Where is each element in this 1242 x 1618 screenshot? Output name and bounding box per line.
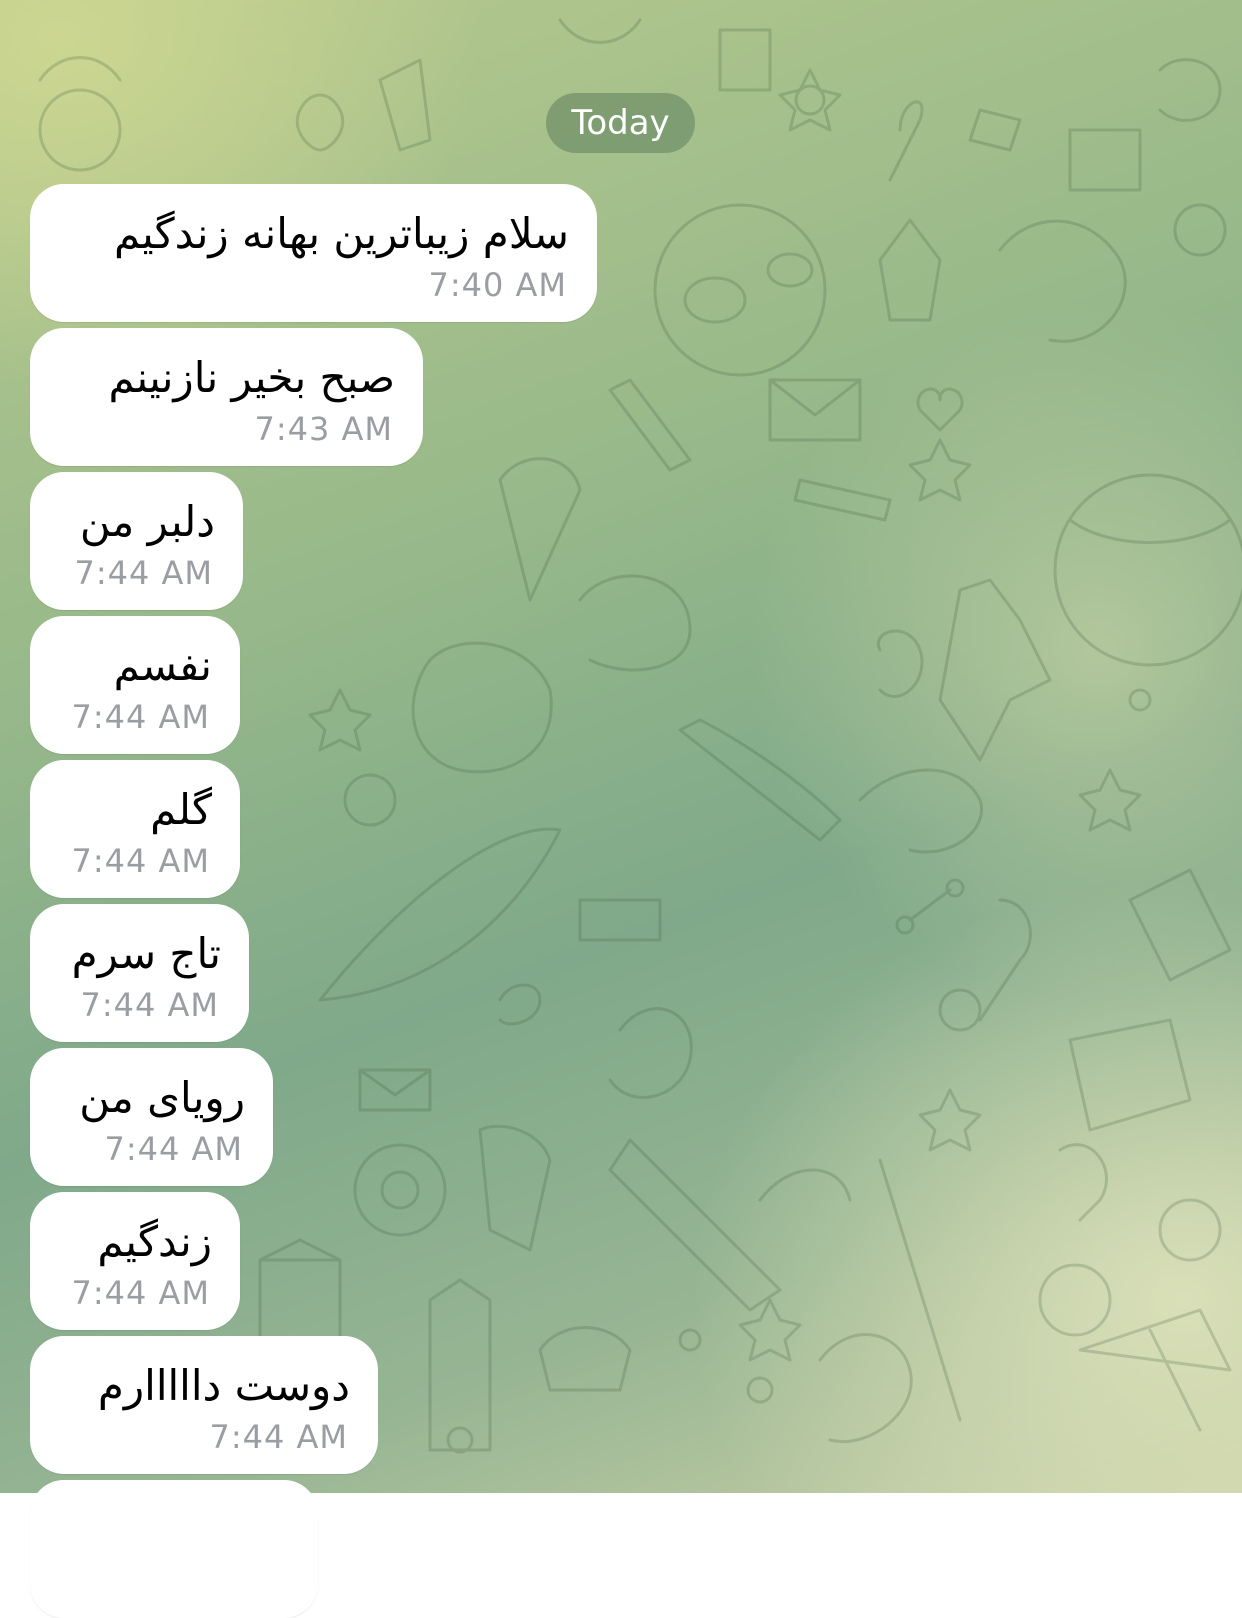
message-timestamp: 7:44 AM [209, 1418, 348, 1456]
message-bubble[interactable]: سلام زیباترین بهانه زندگیم 7:40 AM [30, 184, 597, 322]
message-text: دوست دااااارم [97, 1361, 350, 1410]
message-timestamp: 7:44 AM [74, 554, 213, 592]
message-text: صبح بخیر نازنینم [108, 353, 395, 402]
message-timestamp: 7:44 AM [71, 1274, 210, 1312]
message-text: سلام زیباترین بهانه زندگیم [114, 209, 569, 258]
message-timestamp: 7:44 AM [71, 842, 210, 880]
message-text: رویای من [79, 1073, 245, 1122]
message-bubble[interactable]: گلم 7:44 AM [30, 760, 240, 898]
message-timestamp: 7:44 AM [71, 698, 210, 736]
message-timestamp: 7:44 AM [104, 1130, 243, 1168]
date-separator: Today [546, 93, 695, 153]
message-bubble[interactable]: رویای من 7:44 AM [30, 1048, 273, 1186]
message-bubble[interactable]: صبح بخیر نازنینم 7:43 AM [30, 328, 423, 466]
message-bubble[interactable]: زندگیم 7:44 AM [30, 1192, 240, 1330]
message-bubble[interactable]: نفسم 7:44 AM [30, 616, 240, 754]
message-timestamp: 7:44 AM [80, 986, 219, 1024]
message-timestamp: 7:40 AM [428, 266, 567, 304]
message-text: دلبر من [79, 497, 215, 546]
message-text: زندگیم [97, 1217, 212, 1266]
message-text: گلم [150, 785, 212, 834]
message-bubble[interactable]: دلبر من 7:44 AM [30, 472, 243, 610]
message-bubble[interactable]: دوست دااااارم 7:44 AM [30, 1336, 378, 1474]
message-text: نفسم [113, 641, 212, 690]
message-bubble[interactable]: تاج سرم 7:44 AM [30, 904, 249, 1042]
message-bubble-partial[interactable] [30, 1480, 318, 1618]
message-text: تاج سرم [71, 929, 221, 978]
message-timestamp: 7:43 AM [254, 410, 393, 448]
